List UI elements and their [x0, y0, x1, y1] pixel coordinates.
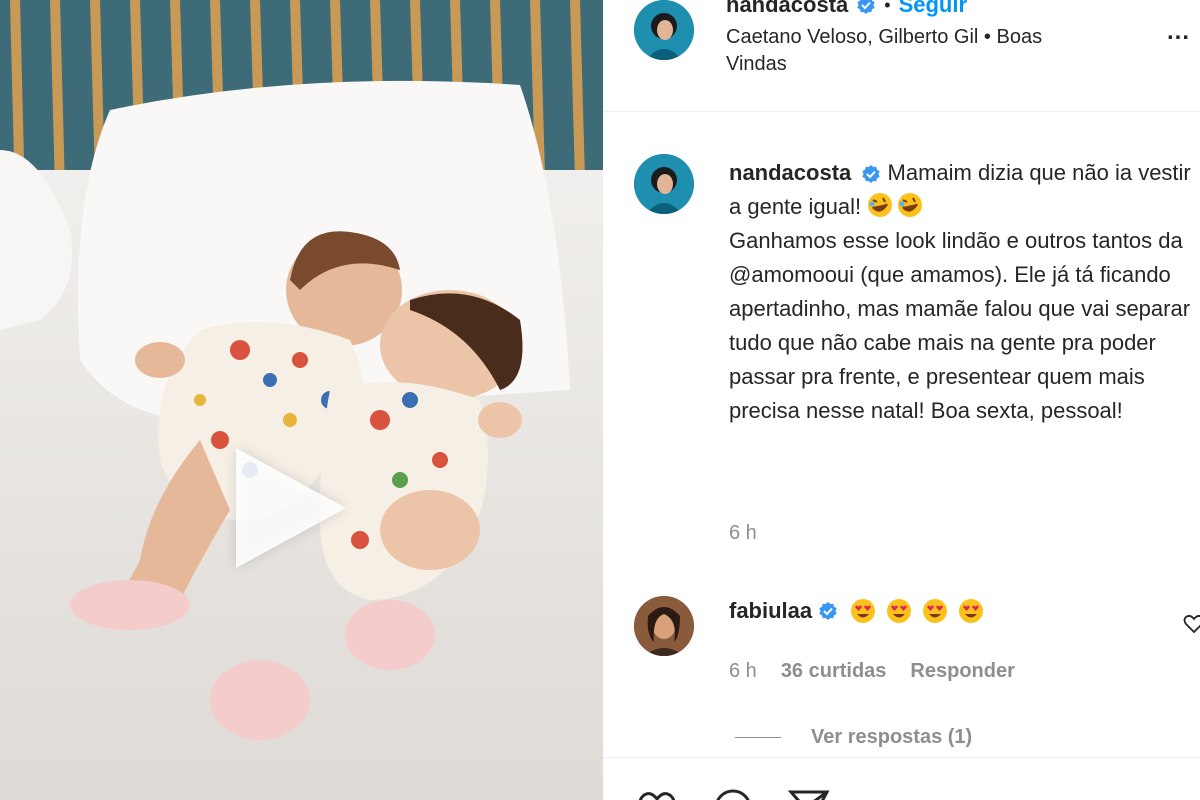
comment-meta: 6 h 36 curtidas Responder [729, 660, 1015, 683]
verified-badge-icon [857, 0, 875, 14]
heart-eyes-emoji-icon [887, 599, 912, 623]
share-plane-icon[interactable] [787, 786, 831, 800]
view-replies-button[interactable]: Ver respostas (1) [735, 726, 972, 749]
mention-link[interactable]: @amomooui [729, 262, 854, 287]
caption-author-avatar[interactable] [634, 154, 694, 214]
post-media[interactable] [0, 0, 603, 800]
caption-username[interactable]: nandacosta [729, 160, 851, 185]
more-options-icon[interactable]: ... [1167, 18, 1190, 46]
rofl-emoji-icon [898, 193, 923, 217]
author-avatar[interactable] [634, 0, 694, 60]
like-heart-icon[interactable] [635, 786, 679, 800]
rofl-emoji-icon [868, 193, 893, 217]
like-comment-heart-icon[interactable] [1182, 612, 1200, 636]
author-username[interactable]: nandacosta [726, 0, 848, 18]
caption-timestamp[interactable]: 6 h [729, 522, 757, 545]
view-replies-label: Ver respostas (1) [811, 726, 973, 748]
post-details-panel: nandacosta • Seguir Caetano Veloso, Gilb… [603, 0, 1200, 800]
post-video-thumbnail [0, 0, 603, 800]
heart-eyes-emoji-icon [851, 599, 876, 623]
comment-emojis [850, 598, 988, 624]
heart-eyes-emoji-icon [959, 599, 984, 623]
post-actions-bar [603, 757, 1200, 800]
audio-track-label[interactable]: Caetano Veloso, Gilberto Gil • Boas Vind… [726, 24, 1106, 78]
replies-divider-line [735, 737, 781, 738]
follow-button[interactable]: Seguir [899, 0, 967, 18]
comment-bubble-icon[interactable] [711, 786, 755, 800]
comment-likes[interactable]: 36 curtidas [781, 660, 887, 683]
verified-badge-icon [862, 165, 881, 184]
comment-timestamp[interactable]: 6 h [729, 660, 757, 683]
reply-button[interactable]: Responder [910, 660, 1014, 683]
commenter-avatar[interactable] [634, 596, 694, 656]
heart-eyes-emoji-icon [923, 599, 948, 623]
post-header: nandacosta • Seguir Caetano Veloso, Gilb… [603, 0, 1200, 112]
verified-badge-icon [819, 602, 837, 620]
caption-text-part2: Ganhamos esse look lindão e outros tanto… [729, 228, 1183, 253]
commenter-username[interactable]: fabiulaa [729, 598, 812, 624]
separator-dot: • [884, 0, 891, 15]
play-button[interactable] [236, 448, 346, 568]
caption-text: nandacosta Mamaim dizia que não ia vesti… [729, 156, 1199, 428]
